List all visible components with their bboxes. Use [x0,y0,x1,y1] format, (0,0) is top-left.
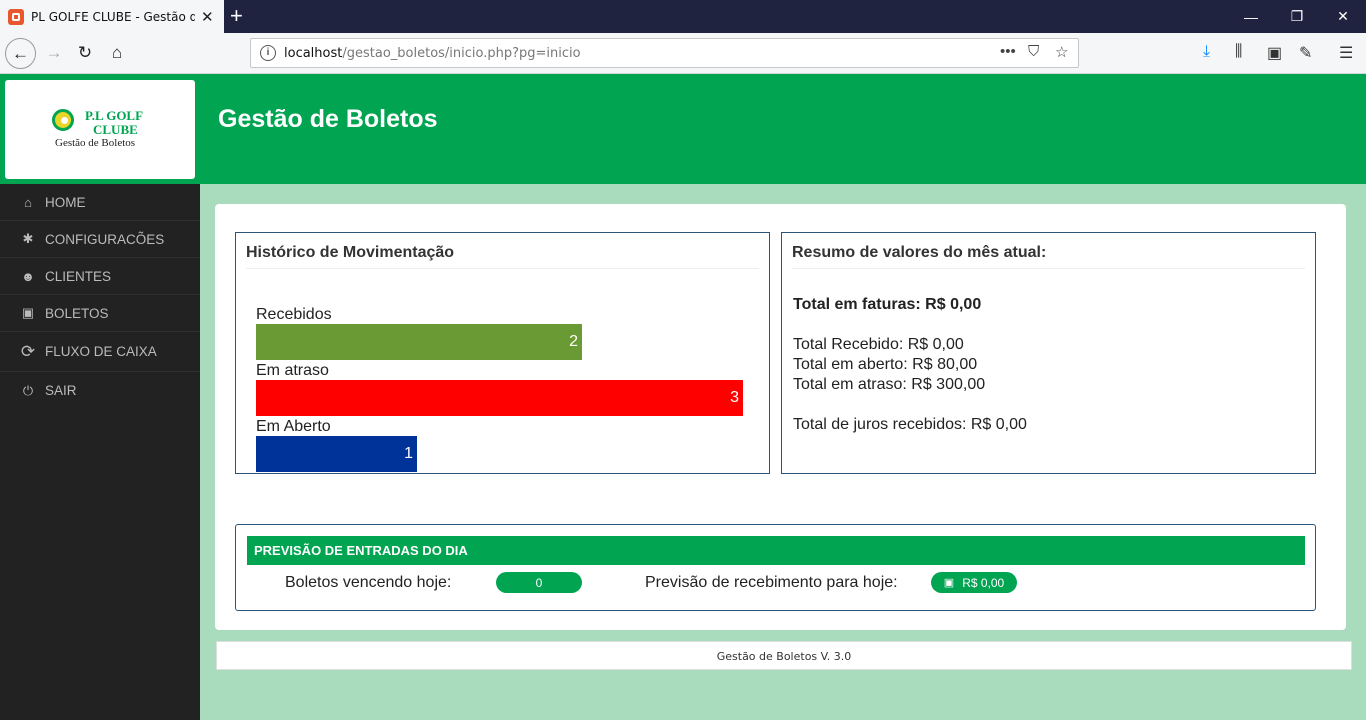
new-tab-icon[interactable]: + [230,4,243,28]
page-title: Gestão de Boletos [218,105,438,133]
eyedropper-icon[interactable]: ✎ [1299,43,1312,63]
golf-logo-icon [52,109,74,131]
back-icon[interactable]: ← [5,38,36,69]
sidebar-item-label: CONFIGURACÕES [45,231,165,247]
sidebar-item-sair[interactable]: ⏻ SAIR [0,372,200,409]
minimize-icon[interactable]: — [1228,0,1274,33]
expected-value: R$ 0,00 [962,575,1005,590]
sidebar-item-label: BOLETOS [45,305,109,321]
bar-value: 3 [730,389,739,406]
total-open: Total em aberto: R$ 80,00 [793,356,978,373]
tab-title: PL GOLFE CLUBE - Gestão de Boletos [31,9,195,24]
pocket-icon[interactable]: ⛉ [1028,43,1039,60]
due-today-label: Boletos vencendo hoje: [285,574,452,591]
restore-icon[interactable]: ❐ [1274,0,1320,33]
total-invoices: Total em faturas: R$ 0,00 [793,296,982,313]
bar-label-em-atraso: Em atraso [256,362,329,379]
sidebar-item-label: SAIR [45,383,77,398]
expected-badge: ▣ R$ 0,00 [931,572,1017,593]
bar-recebidos[interactable]: 2 [256,324,582,360]
bar-value: 2 [569,333,578,350]
browser-tab[interactable]: PL GOLFE CLUBE - Gestão de Boletos ✕ [0,0,224,33]
due-today-badge: 0 [496,572,582,593]
logo-line2: CLUBE [93,122,138,137]
url-text: localhost/gestao_boletos/inicio.php?pg=i… [284,46,581,61]
sidebar-item-label: FLUXO DE CAIXA [45,344,157,359]
divider [246,268,759,269]
footer: Gestão de Boletos V. 3.0 [216,641,1352,670]
bar-label-recebidos: Recebidos [256,306,332,323]
forecast-title: PREVISÃO DE ENTRADAS DO DIA [247,536,1305,565]
sidebar-item-label: CLIENTES [45,268,112,284]
window-close-icon[interactable]: ✕ [1320,0,1366,33]
sidebar-item-label: HOME [45,194,86,210]
library-icon[interactable]: ⫼ [1235,43,1242,61]
due-today-value: 0 [535,575,543,590]
total-interest: Total de juros recebidos: R$ 0,00 [793,416,1027,433]
home-browser-icon[interactable]: ⌂ [102,38,132,68]
sidebar-item-boletos[interactable]: ▣ BOLETOS [0,295,200,332]
page-actions-icon[interactable]: ••• [1000,43,1016,60]
download-icon[interactable]: ⤓ [1203,43,1210,61]
info-icon[interactable]: i [260,45,276,61]
sidebar-item-configuracoes[interactable]: ✱ CONFIGURACÕES [0,221,200,258]
summary-title: Resumo de valores do mês atual: [792,244,1047,261]
money-icon: ▣ [21,305,35,320]
users-icon: ☻ [21,268,35,284]
bookmark-star-icon[interactable]: ☆ [1055,43,1068,61]
bar-em-atraso[interactable]: 3 [256,380,743,416]
tab-favicon-icon [8,8,24,25]
logo-subtitle: Gestão de Boletos [55,137,136,149]
bar-value: 1 [404,445,413,462]
sidebar-toggle-icon[interactable]: ▣ [1267,43,1282,63]
tab-close-icon[interactable]: ✕ [201,8,214,26]
bar-label-em-aberto: Em Aberto [256,418,331,435]
sidebar-item-fluxo-de-caixa[interactable]: ⟳ FLUXO DE CAIXA [0,332,200,372]
logo[interactable]: P.L GOLF CLUBE Gestão de Boletos [5,80,195,179]
bar-em-aberto[interactable]: 1 [256,436,417,472]
sidebar: ⌂ HOME ✱ CONFIGURACÕES ☻ CLIENTES ▣ BOLE… [0,184,200,720]
url-bar[interactable]: i localhost/gestao_boletos/inicio.php?pg… [250,38,1079,68]
total-received: Total Recebido: R$ 0,00 [793,336,964,353]
sidebar-item-clientes[interactable]: ☻ CLIENTES [0,258,200,295]
history-title: Histórico de Movimentação [246,244,455,261]
menu-icon[interactable]: ☰ [1339,43,1353,63]
power-icon: ⏻ [22,382,34,398]
forward-icon[interactable]: → [39,38,69,68]
reload-icon[interactable]: ↻ [70,38,100,68]
app-header [0,74,1366,184]
browser-navbar: ← → ↻ ⌂ i localhost/gestao_boletos/inici… [0,33,1366,74]
forecast-panel: PREVISÃO DE ENTRADAS DO DIA Boletos venc… [235,524,1316,611]
home-icon: ⌂ [24,194,32,210]
history-panel: Histórico de Movimentação Recebidos 2 Em… [235,232,770,474]
total-overdue: Total em atraso: R$ 300,00 [793,376,986,393]
money-icon: ▣ [943,577,955,589]
browser-titlebar: PL GOLFE CLUBE - Gestão de Boletos ✕ + —… [0,0,1366,33]
summary-panel: Resumo de valores do mês atual: Total em… [781,232,1316,474]
sidebar-item-home[interactable]: ⌂ HOME [0,184,200,221]
divider [792,268,1305,269]
gear-icon: ✱ [22,231,34,246]
refresh-icon: ⟳ [20,341,36,361]
expected-label: Previsão de recebimento para hoje: [645,574,898,591]
